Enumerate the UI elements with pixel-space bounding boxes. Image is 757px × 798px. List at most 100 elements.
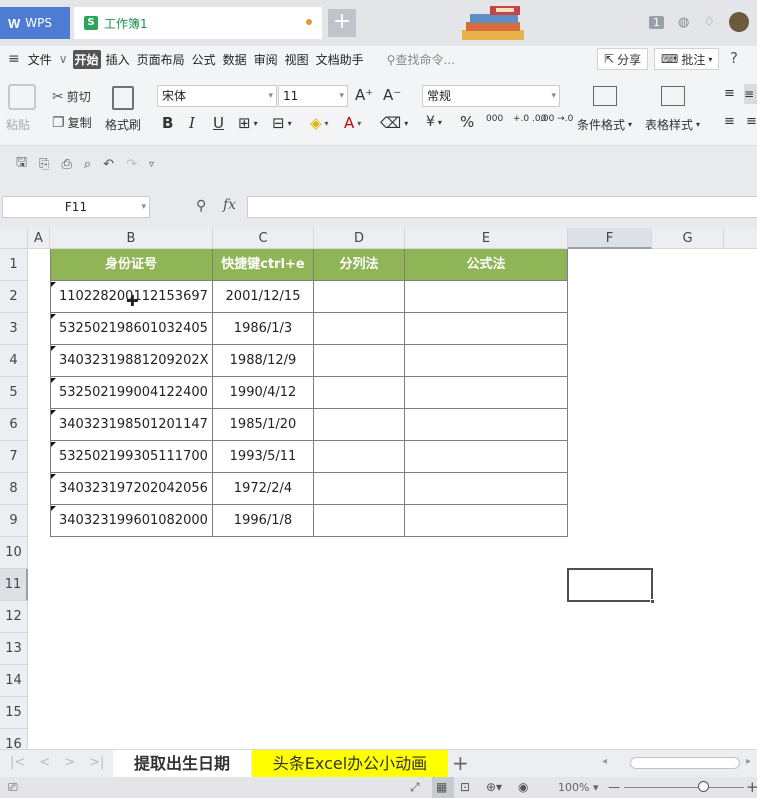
- paste-button[interactable]: 粘贴: [6, 116, 30, 133]
- command-search[interactable]: ⚲查找命令...: [387, 51, 455, 68]
- menu-file[interactable]: 文件: [26, 50, 54, 69]
- menu-formulas[interactable]: 公式: [190, 50, 218, 69]
- id-number-cell[interactable]: 340323198501201147: [50, 409, 213, 441]
- share-button[interactable]: ⇱ 分享: [597, 48, 649, 70]
- date-cell[interactable]: 1972/2/4: [213, 473, 314, 505]
- table-header-cell[interactable]: 分列法: [314, 249, 405, 281]
- row-header-3[interactable]: 3: [0, 313, 28, 345]
- date-cell[interactable]: 1993/5/11: [213, 441, 314, 473]
- id-number-cell[interactable]: 532502199305111700: [50, 441, 213, 473]
- wps-home-tab[interactable]: W WPS: [0, 7, 70, 39]
- row-header-14[interactable]: 14: [0, 665, 28, 697]
- customize-toolbar-icon[interactable]: ▿: [149, 159, 154, 170]
- sheet-tab-extract-birthdate[interactable]: 提取出生日期: [113, 750, 251, 778]
- column-header-d[interactable]: D: [314, 228, 405, 249]
- zoom-slider[interactable]: [624, 787, 744, 788]
- first-sheet-icon[interactable]: |<: [10, 755, 25, 770]
- fill-merge-icon[interactable]: ⊟ ▾: [272, 114, 292, 132]
- formula-method-cell[interactable]: [405, 313, 568, 345]
- split-method-cell[interactable]: [314, 409, 405, 441]
- bold-button[interactable]: B: [162, 114, 173, 132]
- formula-method-cell[interactable]: [405, 377, 568, 409]
- chevron-down-icon[interactable]: ∨: [57, 51, 70, 67]
- column-header-h[interactable]: H: [724, 228, 757, 249]
- column-header-e[interactable]: E: [405, 228, 568, 249]
- formula-method-cell[interactable]: [405, 409, 568, 441]
- align-top-icon[interactable]: ≡: [724, 86, 735, 101]
- column-header-c[interactable]: C: [213, 228, 314, 249]
- row-header-5[interactable]: 5: [0, 377, 28, 409]
- row-header-2[interactable]: 2: [0, 281, 28, 313]
- conditional-format-icon[interactable]: [593, 86, 617, 106]
- zoom-level[interactable]: 100% ▾: [558, 781, 598, 794]
- split-method-cell[interactable]: [314, 473, 405, 505]
- row-header-10[interactable]: 10: [0, 537, 28, 569]
- fullscreen-icon[interactable]: ⤢: [410, 780, 420, 795]
- date-cell[interactable]: 2001/12/15: [213, 281, 314, 313]
- shirt-icon[interactable]: ♢: [703, 15, 715, 30]
- font-name-select[interactable]: 宋体 ▾: [157, 85, 277, 107]
- zoom-in-button[interactable]: +: [746, 778, 757, 796]
- comment-button[interactable]: ⌨ 批注 ▾: [654, 48, 720, 70]
- id-number-cell[interactable]: 34032319881209202X: [50, 345, 213, 377]
- eye-protect-icon[interactable]: ◉: [518, 780, 528, 794]
- row-header-11[interactable]: 11: [0, 569, 28, 601]
- scroll-left-icon[interactable]: ◂: [602, 756, 607, 767]
- selected-cell-f11[interactable]: [567, 568, 655, 604]
- formula-input[interactable]: [247, 196, 757, 218]
- row-header-8[interactable]: 8: [0, 473, 28, 505]
- fill-color-icon[interactable]: ◈ ▾: [310, 114, 329, 132]
- table-header-cell[interactable]: 公式法: [405, 249, 568, 281]
- scroll-right-icon[interactable]: ▸: [746, 756, 751, 767]
- id-number-cell[interactable]: 532502199004122400: [50, 377, 213, 409]
- increase-font-icon[interactable]: A⁺: [355, 86, 373, 104]
- split-method-cell[interactable]: [314, 377, 405, 409]
- date-cell[interactable]: 1986/1/3: [213, 313, 314, 345]
- split-method-cell[interactable]: [314, 313, 405, 345]
- fill-handle[interactable]: [650, 599, 655, 604]
- select-all-corner[interactable]: [0, 228, 28, 249]
- last-sheet-icon[interactable]: >|: [89, 755, 104, 770]
- redo-icon[interactable]: ↷: [126, 157, 137, 172]
- horizontal-scrollbar[interactable]: [630, 757, 740, 769]
- new-tab-button[interactable]: +: [328, 9, 356, 37]
- font-size-select[interactable]: 11 ▾: [278, 85, 348, 107]
- formula-method-cell[interactable]: [405, 441, 568, 473]
- eraser-icon[interactable]: ⌫ ▾: [380, 114, 408, 132]
- row-header-6[interactable]: 6: [0, 409, 28, 441]
- menu-home[interactable]: 开始: [72, 49, 101, 69]
- function-icon[interactable]: fx: [223, 197, 236, 213]
- id-number-cell[interactable]: 532502198601032405: [50, 313, 213, 345]
- split-method-cell[interactable]: [314, 281, 405, 313]
- page-layout-view-icon[interactable]: ⊕▾: [486, 780, 502, 794]
- menu-data[interactable]: 数据: [221, 50, 249, 69]
- border-icon[interactable]: ⊞ ▾: [238, 114, 258, 132]
- date-cell[interactable]: 1996/1/8: [213, 505, 314, 537]
- add-sheet-button[interactable]: +: [452, 751, 469, 775]
- save-icon[interactable]: 🖫: [16, 153, 27, 175]
- menu-view[interactable]: 视图: [283, 50, 311, 69]
- paste-icon[interactable]: [8, 84, 36, 110]
- copy-button[interactable]: ❐ 复制: [52, 114, 92, 131]
- row-header-16[interactable]: 16: [0, 729, 28, 749]
- date-cell[interactable]: 1985/1/20: [213, 409, 314, 441]
- split-method-cell[interactable]: [314, 345, 405, 377]
- name-box[interactable]: F11 ▾: [2, 196, 150, 218]
- row-header-4[interactable]: 4: [0, 345, 28, 377]
- table-header-cell[interactable]: 身份证号: [50, 249, 213, 281]
- menu-review[interactable]: 审阅: [252, 50, 280, 69]
- menu-doc-assistant[interactable]: 文档助手: [314, 50, 366, 69]
- formula-method-cell[interactable]: [405, 345, 568, 377]
- next-sheet-icon[interactable]: >: [64, 755, 75, 770]
- help-button[interactable]: ?: [730, 49, 738, 67]
- row-header-1[interactable]: 1: [0, 249, 28, 281]
- underline-button[interactable]: U: [213, 114, 224, 132]
- date-cell[interactable]: 1988/12/9: [213, 345, 314, 377]
- table-style-button[interactable]: 表格样式 ▾: [645, 116, 700, 133]
- format-painter-icon[interactable]: [112, 86, 134, 110]
- font-color-icon[interactable]: A ▾: [344, 114, 361, 132]
- sheet-tab-toutiao[interactable]: 头条Excel办公小动画: [252, 750, 448, 778]
- format-painter-button[interactable]: 格式刷: [105, 116, 141, 133]
- split-method-cell[interactable]: [314, 441, 405, 473]
- table-header-cell[interactable]: 快捷键ctrl+e: [213, 249, 314, 281]
